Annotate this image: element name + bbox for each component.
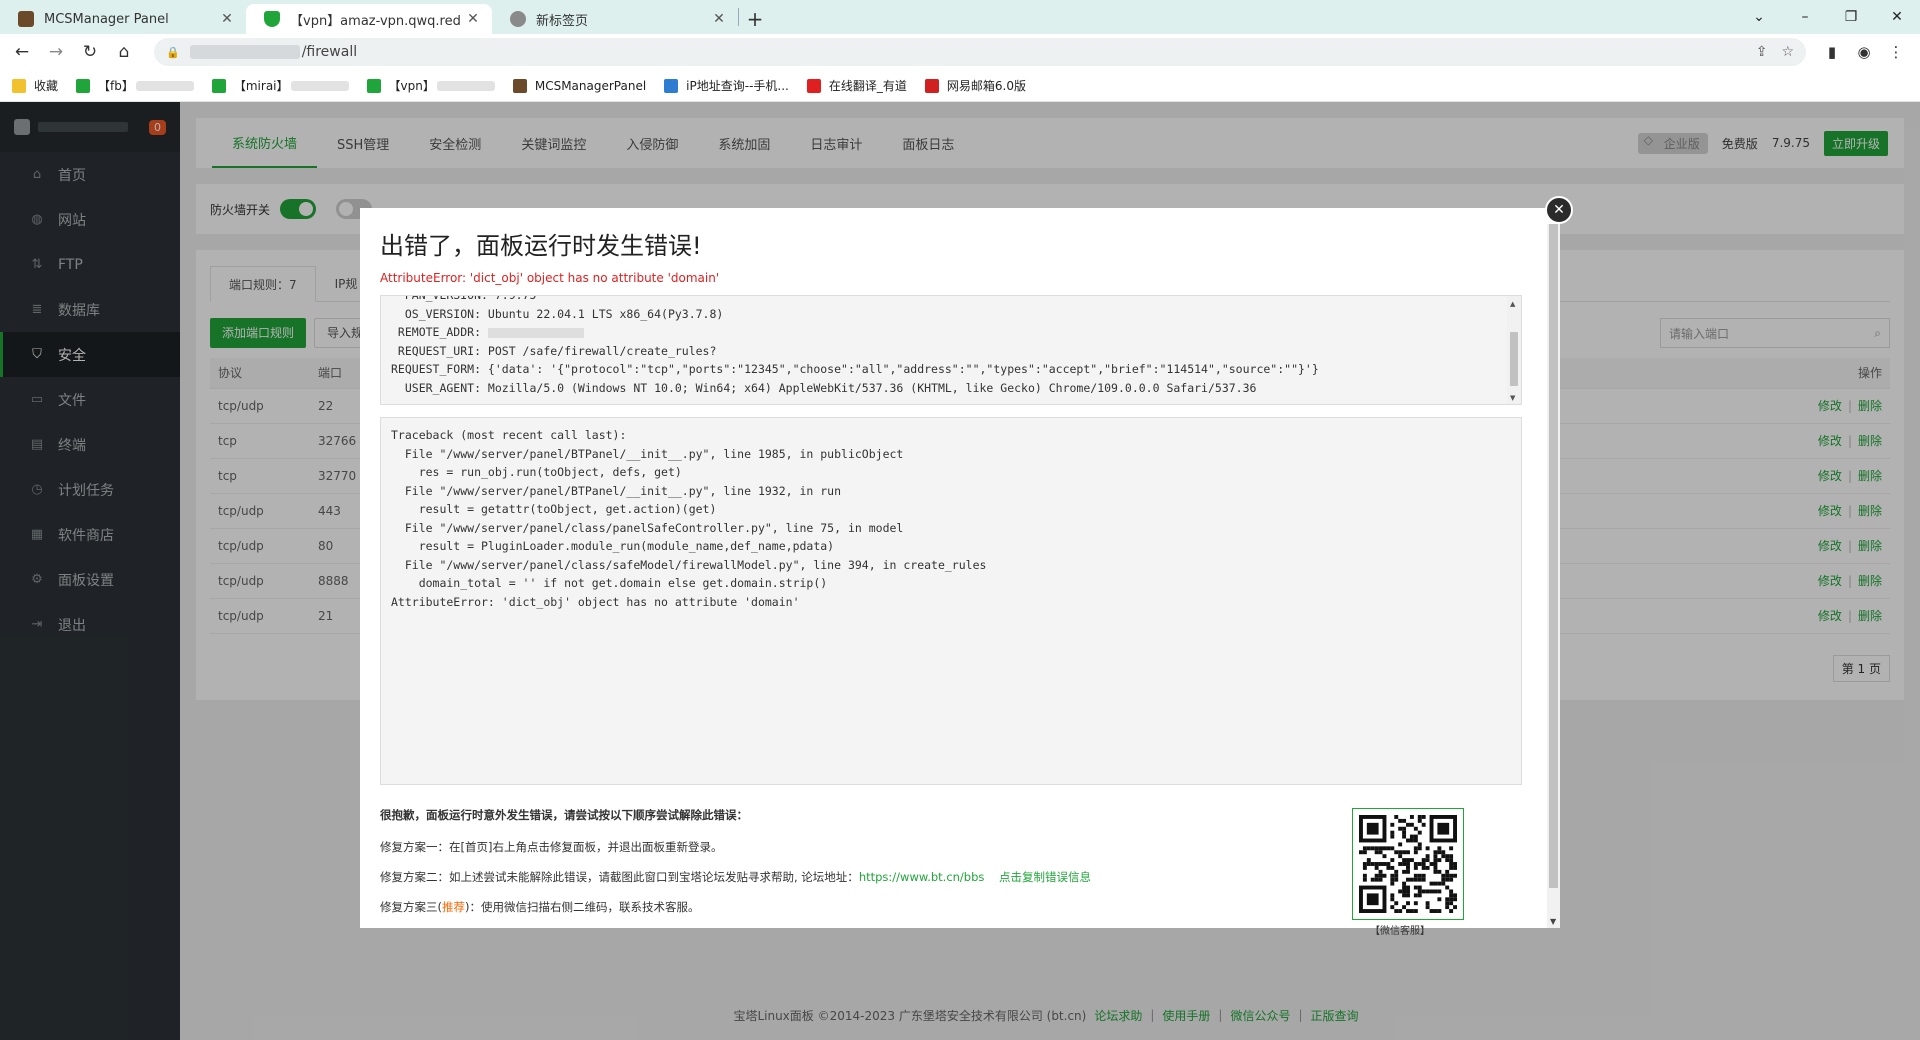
browser-tab-vpn[interactable]: 【vpn】amaz-vpn.qwq.red ✕ [246, 4, 492, 34]
restore-icon[interactable]: ❐ [1828, 9, 1874, 25]
fix-option-2: 修复方案二：如上述尝试未能解除此错误，请截图此窗口到宝塔论坛发贴寻求帮助, 论坛… [380, 870, 1092, 884]
bt-shield-favicon-icon [264, 11, 280, 27]
scroll-down-icon[interactable]: ▼ [1510, 394, 1515, 402]
mcsmanager-favicon-icon [18, 11, 34, 27]
copy-error-link[interactable]: 点击复制错误信息 [999, 870, 1091, 884]
bookmark-item[interactable]: 在线翻译_有道 [806, 77, 907, 94]
error-message: AttributeError: 'dict_obj' object has no… [380, 271, 720, 285]
reload-icon[interactable]: ↻ [76, 38, 104, 66]
close-dialog-icon[interactable]: ✕ [1545, 196, 1573, 224]
lock-icon[interactable]: 🔒 [166, 46, 180, 59]
new-tab-plus-icon[interactable]: + [739, 4, 771, 34]
window-controls: ⌄ – ❐ ✕ [1736, 0, 1920, 34]
traceback-text: Traceback (most recent call last): File … [391, 428, 987, 609]
bookmarks-bar: 收藏 【fb】 【mirai】 【vpn】 MCSManagerPanel iP… [0, 70, 1920, 102]
close-tab-icon[interactable]: ✕ [464, 11, 482, 27]
address-toolbar: ← → ↻ ⌂ 🔒 /firewall ⇪ ☆ ▮ ◉ ⋮ [0, 34, 1920, 70]
env-text: PAN_VERSION: 7.9.75 OS_VERSION: Ubuntu 2… [391, 295, 1319, 395]
bt-shield-icon [76, 78, 91, 93]
bookmark-item[interactable]: MCSManagerPanel [512, 78, 646, 93]
menu-kebab-icon[interactable]: ⋮ [1880, 43, 1912, 61]
browser-tab-mcsmanager[interactable]: MCSManager Panel ✕ [0, 4, 246, 34]
ip-lookup-icon [664, 78, 679, 93]
dialog-scrollbar[interactable]: ▼ [1547, 224, 1560, 928]
tab-title: 【vpn】amaz-vpn.qwq.red [290, 13, 461, 29]
forum-link[interactable]: https://www.bt.cn/bbs [859, 870, 985, 884]
redacted-host [189, 45, 300, 59]
share-icon[interactable]: ⇪ [1756, 44, 1768, 60]
bookmark-item[interactable]: 网易邮箱6.0版 [924, 77, 1026, 94]
bookmark-item[interactable]: 【vpn】 [366, 77, 495, 94]
fix-option-3: 修复方案三(推荐)：使用微信扫描右侧二维码，联系技术客服。 [380, 900, 700, 914]
back-arrow-icon[interactable]: ← [8, 38, 36, 66]
traceback-box[interactable]: Traceback (most recent call last): File … [380, 417, 1522, 785]
env-scrollbar[interactable]: ▲ ▼ [1507, 296, 1521, 404]
profile-avatar-icon[interactable]: ◉ [1848, 43, 1880, 61]
youdao-icon [806, 78, 821, 93]
close-tab-icon[interactable]: ✕ [218, 11, 236, 27]
bookmark-star-icon[interactable]: ☆ [1781, 44, 1794, 60]
bt-shield-icon [366, 78, 381, 93]
bookmark-item[interactable]: 【fb】 [76, 77, 194, 94]
qr-code-icon [1359, 815, 1457, 913]
bookmark-item[interactable]: 【mirai】 [211, 77, 349, 94]
url-text: /firewall [301, 44, 358, 60]
mcsmanager-icon [512, 78, 527, 93]
folder-icon [12, 78, 26, 93]
bt-shield-icon [211, 78, 226, 93]
address-bar[interactable]: 🔒 /firewall ⇪ ☆ [154, 38, 1806, 66]
tab-title: MCSManager Panel [44, 11, 169, 27]
help-section: 很抱歉，面板运行时意外发生错误，请尝试按以下顺序尝试解除此错误： 修复方案一：在… [380, 807, 1522, 915]
redacted-ip [487, 327, 584, 338]
browser-tab-strip: MCSManager Panel ✕ 【vpn】amaz-vpn.qwq.red… [0, 0, 1920, 34]
netease-mail-icon [924, 78, 939, 93]
bookmark-item[interactable]: iP地址查询--手机... [664, 77, 789, 94]
globe-favicon-icon [510, 11, 526, 27]
bookmark-item[interactable]: 收藏 [12, 77, 58, 94]
forward-arrow-icon[interactable]: → [42, 38, 70, 66]
tab-title: 新标签页 [536, 13, 589, 29]
browser-tab-newtab[interactable]: 新标签页 ✕ [492, 4, 738, 34]
tab-search-chevron-icon[interactable]: ⌄ [1736, 9, 1782, 25]
home-icon[interactable]: ⌂ [110, 38, 138, 66]
request-env-box[interactable]: PAN_VERSION: 7.9.75 OS_VERSION: Ubuntu 2… [380, 295, 1522, 405]
scroll-down-icon[interactable]: ▼ [1550, 917, 1556, 926]
fix-option-1: 修复方案一：在[首页]右上角点击修复面板，并退出面板重新登录。 [380, 840, 723, 854]
error-dialog-title: 出错了，面板运行时发生错误! [380, 232, 702, 260]
sidepanel-icon[interactable]: ▮ [1816, 43, 1848, 61]
help-title: 很抱歉，面板运行时意外发生错误，请尝试按以下顺序尝试解除此错误： [380, 808, 748, 822]
scroll-up-icon[interactable]: ▲ [1510, 300, 1515, 308]
close-tab-icon[interactable]: ✕ [710, 11, 728, 27]
close-window-icon[interactable]: ✕ [1874, 9, 1920, 25]
minimize-icon[interactable]: – [1782, 9, 1828, 25]
wechat-qr-code [1352, 808, 1464, 920]
qr-label: 【微信客服】 [1370, 926, 1430, 937]
